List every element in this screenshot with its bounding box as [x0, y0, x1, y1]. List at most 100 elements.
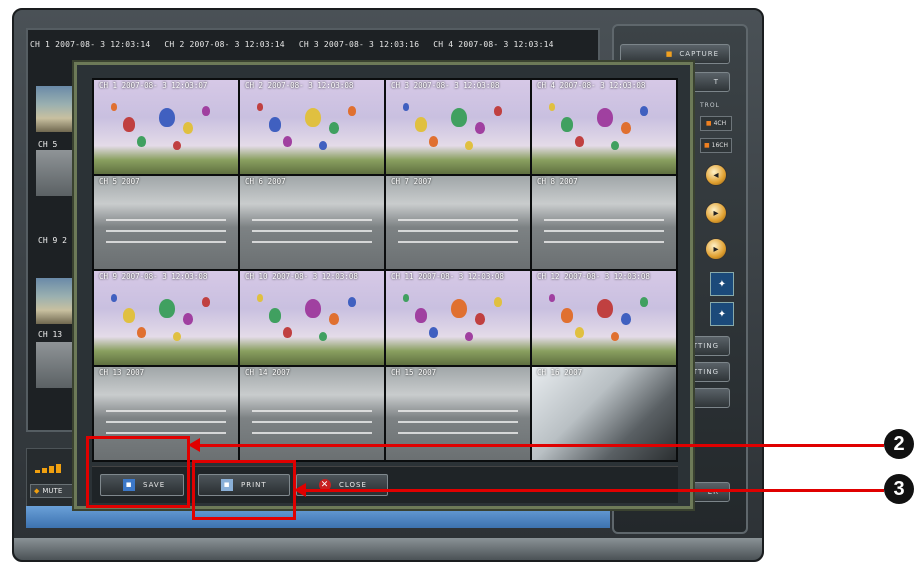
balloon-shape [122, 117, 135, 132]
balloon-shape [465, 331, 474, 342]
capture-button[interactable]: ■ CAPTURE [620, 44, 730, 64]
balloon-shape [575, 327, 585, 338]
bg-channel-title: CH 4 2007-08- 3 12:03:14 [433, 40, 554, 49]
bg-thumbnail [36, 278, 76, 324]
rewind-icon[interactable]: ◂ [705, 164, 727, 186]
balloon-shape [173, 331, 182, 342]
bg-channel-label: CH 9 2 [38, 236, 67, 245]
balloon-shape [304, 299, 321, 319]
balloon-shape [403, 103, 410, 111]
balloon-shape [183, 122, 194, 135]
camera-cell-label: CH 4 2007-08- 3 12:03:08 [537, 81, 646, 90]
split-16ch-button[interactable]: ■ 16CH [700, 138, 732, 153]
camera-icon: ■ [665, 50, 674, 58]
split-4ch-label: 4CH [713, 120, 727, 127]
bg-thumbnail [36, 86, 76, 132]
balloon-shape [319, 140, 328, 151]
balloon-shape [329, 122, 340, 135]
close-button[interactable]: ✕ CLOSE [296, 474, 388, 496]
setting-label: ITTING [689, 342, 719, 350]
fence-rail [105, 229, 227, 232]
fence-rail [397, 229, 519, 232]
camera-cell: CH 7 2007 [386, 175, 530, 269]
balloon-shape [621, 122, 632, 135]
bg-channel-label: CH 13 [38, 330, 63, 339]
fence-rail [251, 420, 373, 423]
balloon-shape [183, 313, 194, 326]
balloon-shape [560, 308, 573, 323]
fence-rail [397, 218, 519, 221]
fence-rail [397, 431, 519, 434]
balloon-shape [304, 108, 321, 128]
fence-rail [105, 420, 227, 423]
balloon-shape [137, 136, 147, 147]
mute-button[interactable]: ◆ MUTE [30, 484, 76, 498]
fence-rail [251, 240, 373, 243]
mute-label: MUTE [42, 487, 63, 495]
balloon-shape [283, 136, 293, 147]
balloon-shape [173, 140, 182, 151]
fence-rail [397, 420, 519, 423]
arrow-head-icon [294, 483, 306, 497]
balloon-shape [429, 136, 439, 147]
camera-cell-label: CH 11 2007-08- 3 12:03:08 [391, 272, 504, 281]
balloon-shape [575, 136, 585, 147]
camera-cell: CH 1 2007-08- 3 12:03:07 [94, 80, 238, 174]
balloon-shape [611, 331, 620, 342]
balloon-shape [475, 313, 486, 326]
arrow-head-icon [188, 438, 200, 452]
camera-cell-label: CH 5 2007 [99, 176, 140, 186]
balloon-shape [611, 140, 620, 151]
balloon-shape [465, 140, 474, 151]
balloon-shape [268, 117, 281, 132]
fence-rail [397, 409, 519, 412]
capture-label: CAPTURE [679, 50, 719, 58]
callout-box-print [192, 460, 296, 520]
grid-icon: ■ [705, 120, 712, 127]
balloon-shape [268, 308, 281, 323]
zoom-in-icon[interactable]: ✦ [710, 272, 734, 296]
snapshot-grid: CH 1 2007-08- 3 12:03:07 CH 2 2007-08- 3 … [92, 78, 678, 462]
camera-cell-label: CH 1 2007-08- 3 12:03:07 [99, 81, 208, 90]
fence-rail [543, 240, 665, 243]
control-section-label: TROL [700, 102, 720, 109]
zoom-out-icon[interactable]: ✦ [710, 302, 734, 326]
balloon-shape [475, 122, 486, 135]
balloon-shape [257, 294, 264, 302]
fence-rail [543, 218, 665, 221]
balloon-shape [596, 108, 613, 128]
callout-arrow-2 [200, 444, 884, 447]
balloon-shape [450, 299, 467, 319]
camera-cell: CH 4 2007-08- 3 12:03:08 [532, 80, 676, 174]
camera-cell-label: CH 15 2007 [391, 367, 437, 377]
forward-icon[interactable]: ▸ [705, 238, 727, 260]
camera-cell-label: CH 8 2007 [537, 176, 578, 186]
camera-cell-label: CH 16 2007 [537, 367, 583, 377]
camera-cell: CH 3 2007-08- 3 12:03:08 [386, 80, 530, 174]
panel-button-label: T [713, 78, 719, 86]
balloon-shape [158, 108, 175, 128]
balloon-shape [414, 117, 427, 132]
camera-cell: CH 12 2007-08- 3 12:03:08 [532, 271, 676, 365]
bg-thumbnail [36, 342, 76, 388]
balloon-shape [450, 108, 467, 128]
close-label: CLOSE [339, 481, 367, 489]
fence-rail [251, 409, 373, 412]
balloon-shape [283, 327, 293, 338]
background-channel-titles: CH 1 2007-08- 3 12:03:14 CH 2 2007-08- 3… [30, 40, 596, 54]
callout-arrow-3 [306, 489, 884, 492]
camera-cell: CH 9 2007-08- 3 12:03:08 [94, 271, 238, 365]
play-icon[interactable]: ▸ [705, 202, 727, 224]
camera-cell: CH 10 2007-08- 3 12:03:08 [240, 271, 384, 365]
balloon-shape [640, 297, 648, 307]
bg-channel-title: CH 1 2007-08- 3 12:03:14 [30, 40, 151, 49]
bg-channel-title: CH 2 2007-08- 3 12:03:14 [164, 40, 285, 49]
app-bottom-bar [14, 538, 762, 560]
callout-number-3: 3 [884, 474, 914, 504]
callout-box-save [86, 436, 190, 508]
balloon-shape [494, 297, 502, 307]
split-4ch-button[interactable]: ■ 4CH [700, 116, 732, 131]
fence-rail [251, 431, 373, 434]
balloon-shape [137, 327, 147, 338]
camera-cell: CH 5 2007 [94, 175, 238, 269]
